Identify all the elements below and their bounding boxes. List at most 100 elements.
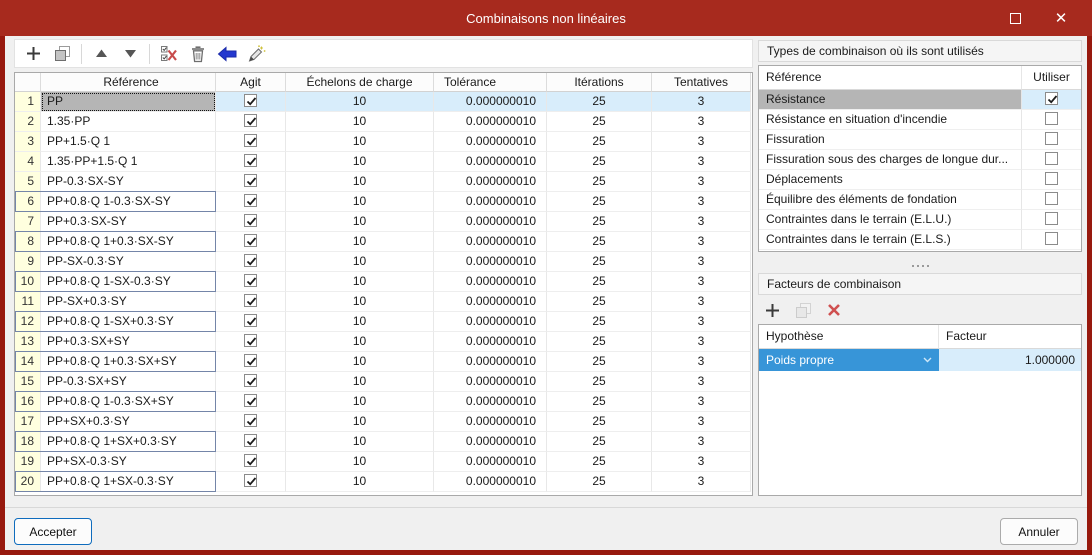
agit-cell[interactable] [216,272,286,292]
utiliser-checkbox[interactable] [1045,92,1058,106]
agit-cell[interactable] [216,472,286,492]
agit-cell[interactable] [216,432,286,452]
row-number-cell[interactable]: 15 [15,372,41,392]
types-row[interactable]: Déplacements [759,170,1081,190]
reference-cell[interactable]: PP+SX-0.3·SY [41,452,216,472]
echelons-cell[interactable]: 10 [286,212,434,232]
table-row[interactable]: 7 PP+0.3·SX-SY 10 0.000000010 25 3 [15,212,752,232]
tentatives-cell[interactable]: 3 [652,112,751,132]
utiliser-cell[interactable] [1021,210,1081,230]
agit-checkbox[interactable] [244,214,257,228]
tolerance-cell[interactable]: 0.000000010 [434,92,547,112]
tentatives-cell[interactable]: 3 [652,192,751,212]
agit-checkbox[interactable] [244,194,257,208]
table-row[interactable]: 14 PP+0.8·Q 1+0.3·SX+SY 10 0.000000010 25 3 [15,351,752,372]
accept-button[interactable]: Accepter [14,518,92,545]
utiliser-checkbox[interactable] [1045,152,1058,166]
iterations-cell[interactable]: 25 [547,352,652,372]
iterations-cell[interactable]: 25 [547,292,652,312]
row-number-cell[interactable]: 1 [15,92,41,112]
iterations-cell[interactable]: 25 [547,372,652,392]
echelons-cell[interactable]: 10 [286,92,434,112]
utiliser-checkbox[interactable] [1045,132,1058,146]
agit-cell[interactable] [216,332,286,352]
reference-cell[interactable]: PP [41,92,216,112]
echelons-cell[interactable]: 10 [286,332,434,352]
row-number-cell[interactable]: 17 [15,412,41,432]
reference-cell[interactable]: PP-0.3·SX+SY [41,372,216,392]
type-label-cell[interactable]: Contraintes dans le terrain (E.L.U.) [759,210,1021,230]
tolerance-cell[interactable]: 0.000000010 [434,132,547,152]
agit-cell[interactable] [216,232,286,252]
table-row[interactable]: 19 PP+SX-0.3·SY 10 0.000000010 25 3 [15,452,752,472]
reference-cell[interactable]: 1.35·PP [41,112,216,132]
column-header[interactable]: Tentatives [652,73,751,92]
delete-button[interactable] [186,42,210,66]
type-label-cell[interactable]: Fissuration [759,130,1021,150]
echelons-cell[interactable]: 10 [286,112,434,132]
tolerance-cell[interactable]: 0.000000010 [434,212,547,232]
row-number-cell[interactable]: 11 [15,292,41,312]
tentatives-cell[interactable]: 3 [652,352,751,372]
iterations-cell[interactable]: 25 [547,432,652,452]
panel-splitter[interactable] [758,262,1082,270]
agit-checkbox[interactable] [244,434,257,448]
utiliser-cell[interactable] [1021,110,1081,130]
add-button[interactable] [21,42,45,66]
reference-cell[interactable]: PP+0.8·Q 1+SX+0.3·SY [41,432,216,452]
type-label-cell[interactable]: Fissuration sous des charges de longue d… [759,150,1021,170]
move-down-button[interactable] [118,42,142,66]
table-row[interactable]: 8 PP+0.8·Q 1+0.3·SX-SY 10 0.000000010 25 3 [15,231,752,252]
iterations-cell[interactable]: 25 [547,312,652,332]
reference-cell[interactable]: PP+1.5·Q 1 [41,132,216,152]
tentatives-cell[interactable]: 3 [652,172,751,192]
utiliser-checkbox[interactable] [1045,192,1058,206]
assign-button[interactable] [215,42,239,66]
types-row[interactable]: Résistance [759,90,1081,110]
tolerance-cell[interactable]: 0.000000010 [434,472,547,492]
echelons-cell[interactable]: 10 [286,232,434,252]
row-number-cell[interactable]: 12 [15,312,41,332]
row-number-cell[interactable]: 13 [15,332,41,352]
iterations-cell[interactable]: 25 [547,332,652,352]
reference-cell[interactable]: PP+0.8·Q 1-0.3·SX+SY [41,392,216,412]
table-row[interactable]: 10 PP+0.8·Q 1-SX-0.3·SY 10 0.000000010 25 3 [15,271,752,292]
tentatives-cell[interactable]: 3 [652,372,751,392]
utiliser-checkbox[interactable] [1045,232,1058,246]
tolerance-cell[interactable]: 0.000000010 [434,192,547,212]
agit-checkbox[interactable] [244,374,257,388]
tolerance-cell[interactable]: 0.000000010 [434,412,547,432]
table-row[interactable]: 16 PP+0.8·Q 1-0.3·SX+SY 10 0.000000010 25 3 [15,391,752,412]
tentatives-cell[interactable]: 3 [652,152,751,172]
agit-cell[interactable] [216,192,286,212]
reference-cell[interactable]: PP+0.3·SX-SY [41,212,216,232]
agit-cell[interactable] [216,212,286,232]
agit-cell[interactable] [216,352,286,372]
delete-x-button[interactable] [822,298,846,322]
row-number-cell[interactable]: 16 [15,392,41,412]
row-number-cell[interactable]: 20 [15,472,41,492]
iterations-cell[interactable]: 25 [547,412,652,432]
tolerance-cell[interactable]: 0.000000010 [434,232,547,252]
add-button[interactable] [760,298,784,322]
tolerance-cell[interactable]: 0.000000010 [434,372,547,392]
utiliser-cell[interactable] [1021,230,1081,250]
row-number-cell[interactable]: 10 [15,272,41,292]
reference-cell[interactable]: 1.35·PP+1.5·Q 1 [41,152,216,172]
column-header[interactable]: Échelons de charge [286,73,434,92]
column-header[interactable]: Itérations [547,73,652,92]
reference-cell[interactable]: PP+0.8·Q 1+0.3·SX+SY [41,352,216,372]
table-row[interactable]: 3 PP+1.5·Q 1 10 0.000000010 25 3 [15,132,752,152]
cancel-button[interactable]: Annuler [1000,518,1078,545]
row-number-cell[interactable]: 5 [15,172,41,192]
table-row[interactable]: 18 PP+0.8·Q 1+SX+0.3·SY 10 0.000000010 25 3 [15,431,752,452]
row-number-cell[interactable]: 3 [15,132,41,152]
tolerance-cell[interactable]: 0.000000010 [434,312,547,332]
table-row[interactable]: 9 PP-SX-0.3·SY 10 0.000000010 25 3 [15,252,752,272]
echelons-cell[interactable]: 10 [286,472,434,492]
utiliser-cell[interactable] [1021,150,1081,170]
agit-cell[interactable] [216,452,286,472]
tolerance-cell[interactable]: 0.000000010 [434,112,547,132]
agit-cell[interactable] [216,372,286,392]
utiliser-cell[interactable] [1021,170,1081,190]
